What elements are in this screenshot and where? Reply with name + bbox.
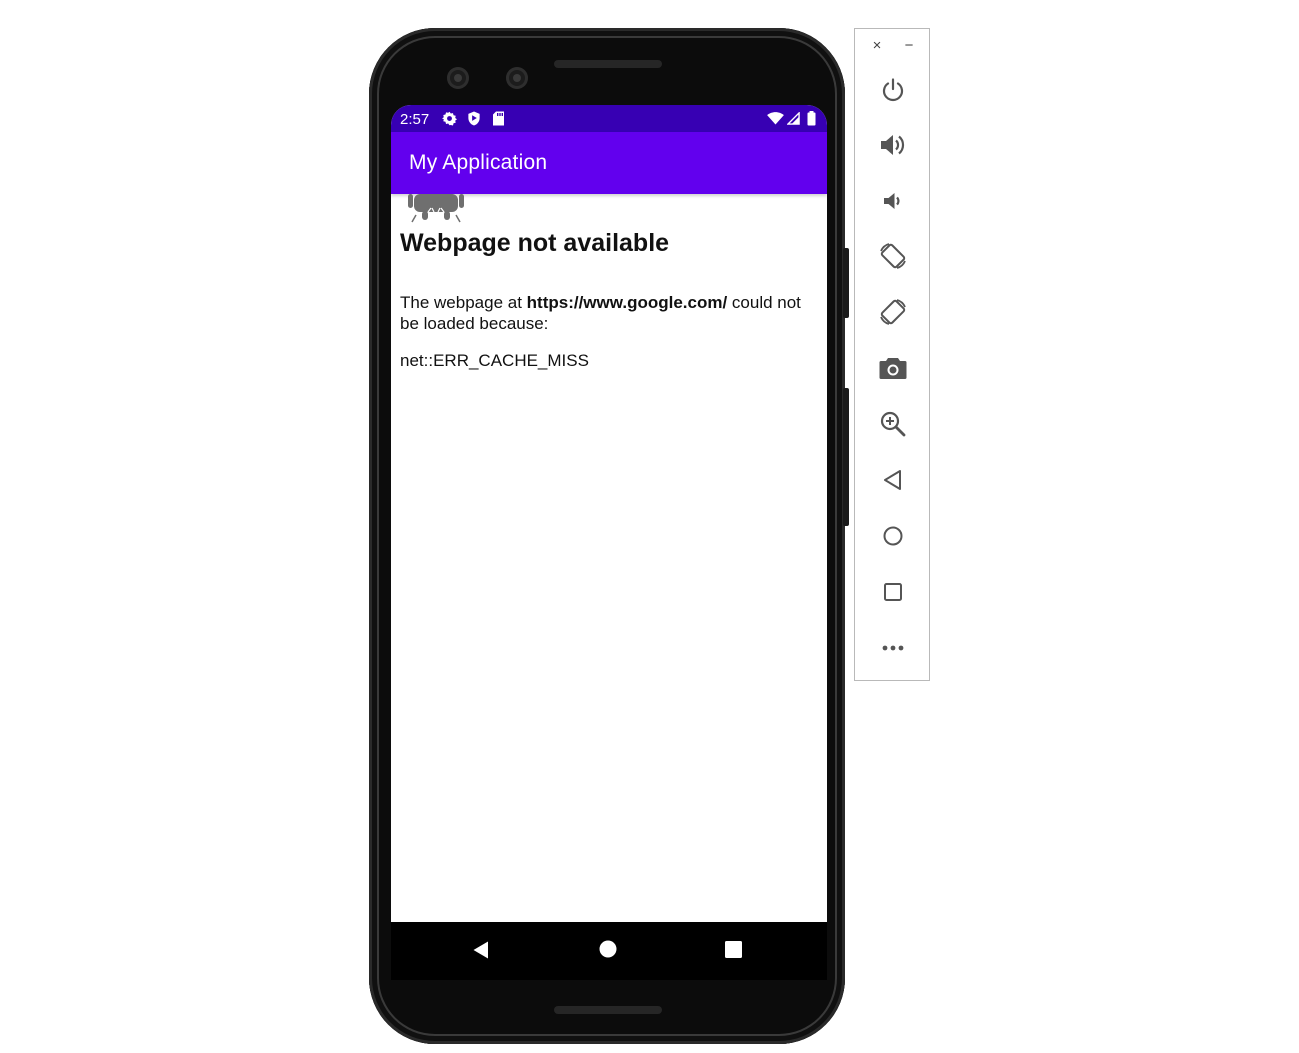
emulator-back-button[interactable]	[874, 461, 912, 499]
nav-back-button[interactable]	[451, 922, 511, 980]
error-desc-prefix: The webpage at	[400, 293, 527, 312]
shield-icon	[467, 111, 481, 131]
camera-icon	[879, 356, 907, 380]
emulator-toolbar: × −	[854, 28, 930, 681]
nav-recents-button[interactable]	[703, 922, 763, 980]
rotate-right-button[interactable]	[874, 293, 912, 331]
device-screen: 2:57 My Application Webpage not availabl…	[391, 105, 827, 922]
emulator-home-button[interactable]	[874, 517, 912, 555]
screenshot-button[interactable]	[874, 349, 912, 387]
wifi-icon	[767, 112, 784, 130]
more-icon	[881, 644, 905, 652]
volume-down-button[interactable]	[874, 182, 912, 220]
power-icon	[880, 77, 906, 103]
sd-card-icon	[492, 111, 505, 131]
status-time: 2:57	[400, 111, 430, 128]
signal-icon	[786, 111, 800, 130]
close-window-button[interactable]: ×	[868, 37, 886, 55]
zoom-icon	[880, 411, 906, 437]
phone-volume-key	[843, 388, 849, 526]
front-camera-right	[506, 67, 528, 89]
rotate-right-icon	[878, 297, 908, 327]
app-toolbar: My Application	[391, 132, 827, 194]
bottom-speaker	[554, 1006, 662, 1014]
minimize-window-button[interactable]: −	[900, 37, 918, 55]
error-code: net::ERR_CACHE_MISS	[400, 351, 589, 370]
gear-icon	[442, 111, 457, 131]
emulator-overview-button[interactable]	[874, 573, 912, 611]
power-button[interactable]	[874, 71, 912, 109]
navigation-bar	[391, 922, 827, 980]
rotate-left-icon	[878, 241, 908, 271]
volume-up-button[interactable]	[874, 126, 912, 164]
error-heading: Webpage not available	[400, 229, 670, 257]
battery-icon	[807, 111, 816, 131]
home-icon	[599, 940, 617, 963]
app-title: My Application	[409, 151, 548, 174]
error-description: The webpage at https://www.google.com/ c…	[400, 292, 820, 334]
back-icon	[473, 941, 489, 964]
home-icon	[882, 525, 904, 547]
nav-home-button[interactable]	[578, 922, 638, 980]
more-options-button[interactable]	[874, 629, 912, 667]
front-camera-left	[447, 67, 469, 89]
rotate-left-button[interactable]	[874, 237, 912, 275]
top-speaker	[554, 60, 662, 68]
error-url: https://www.google.com/	[526, 293, 728, 312]
status-bar: 2:57	[391, 105, 827, 132]
android-robot-icon	[408, 194, 464, 229]
zoom-button[interactable]	[874, 405, 912, 443]
phone-power-key	[843, 248, 849, 318]
volume-down-icon	[881, 189, 905, 213]
recents-icon	[725, 941, 742, 963]
back-icon	[883, 469, 903, 491]
overview-icon	[882, 581, 904, 603]
volume-up-icon	[879, 132, 907, 158]
